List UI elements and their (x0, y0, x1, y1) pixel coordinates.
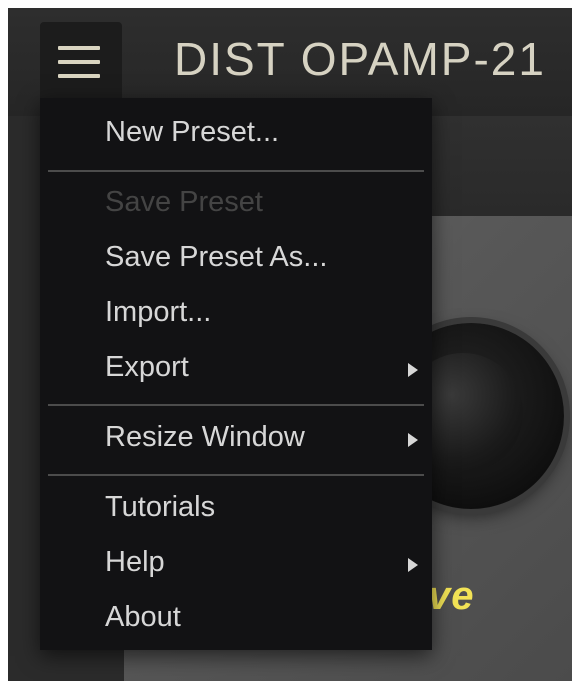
submenu-arrow-icon (408, 433, 418, 447)
menu-separator (48, 474, 424, 476)
menu-item-resize-window[interactable]: Resize Window (105, 421, 305, 454)
menu-item-export[interactable]: Export (105, 351, 189, 384)
plugin-title: DIST OPAMP-21 (174, 33, 546, 85)
menu-item-import[interactable]: Import... (105, 296, 211, 329)
menu-item-save-preset-as[interactable]: Save Preset As... (105, 241, 327, 274)
menu-item-new-preset[interactable]: New Preset... (105, 116, 279, 149)
main-menu-dropdown: New Preset... Save Preset Save Preset As… (40, 98, 432, 650)
menu-item-help[interactable]: Help (105, 546, 165, 579)
hamburger-menu-button[interactable] (40, 22, 122, 102)
knob-label: ve (428, 574, 475, 618)
hamburger-menu-icon (58, 46, 100, 50)
menu-separator (48, 170, 424, 172)
menu-item-tutorials[interactable]: Tutorials (105, 491, 215, 524)
hamburger-menu-icon (58, 74, 100, 78)
submenu-arrow-icon (408, 363, 418, 377)
plugin-window: ve DIST OPAMP-21 New Preset... Save Pres… (8, 8, 572, 681)
menu-item-about[interactable]: About (105, 601, 181, 634)
submenu-arrow-icon (408, 558, 418, 572)
hamburger-menu-icon (58, 60, 100, 64)
menu-separator (48, 404, 424, 406)
menu-item-save-preset: Save Preset (105, 186, 263, 218)
